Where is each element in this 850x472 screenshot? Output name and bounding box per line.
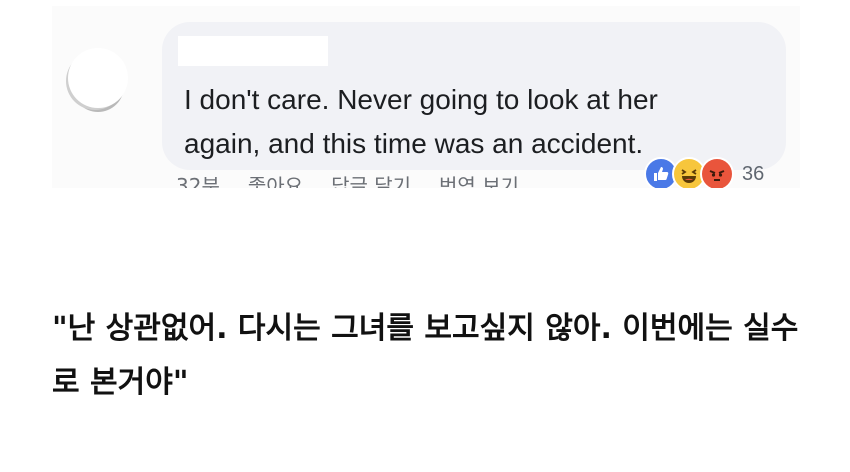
reaction-summary[interactable]: 36 — [644, 156, 764, 188]
comment-timestamp[interactable]: 32분 — [176, 170, 220, 188]
reaction-count: 36 — [742, 162, 765, 185]
comment-actions: 32분 좋아요 답글 달기 번역 보기 — [176, 170, 519, 188]
comment-text: I don't care. Never going to look at her… — [184, 84, 658, 159]
reply-button[interactable]: 답글 달기 — [331, 170, 411, 188]
like-button[interactable]: 좋아요 — [248, 170, 303, 188]
comment-screenshot: I don't care. Never going to look at her… — [52, 6, 800, 188]
angry-icon — [700, 157, 734, 188]
caption-translation: "난 상관없어. 다시는 그녀를 보고싶지 않아. 이번에는 실수로 본거야" — [52, 311, 799, 400]
avatar[interactable] — [68, 48, 128, 108]
translate-button[interactable]: 번역 보기 — [439, 170, 519, 188]
comment-bubble: I don't care. Never going to look at her… — [162, 22, 786, 170]
redacted-author-name — [178, 36, 328, 66]
